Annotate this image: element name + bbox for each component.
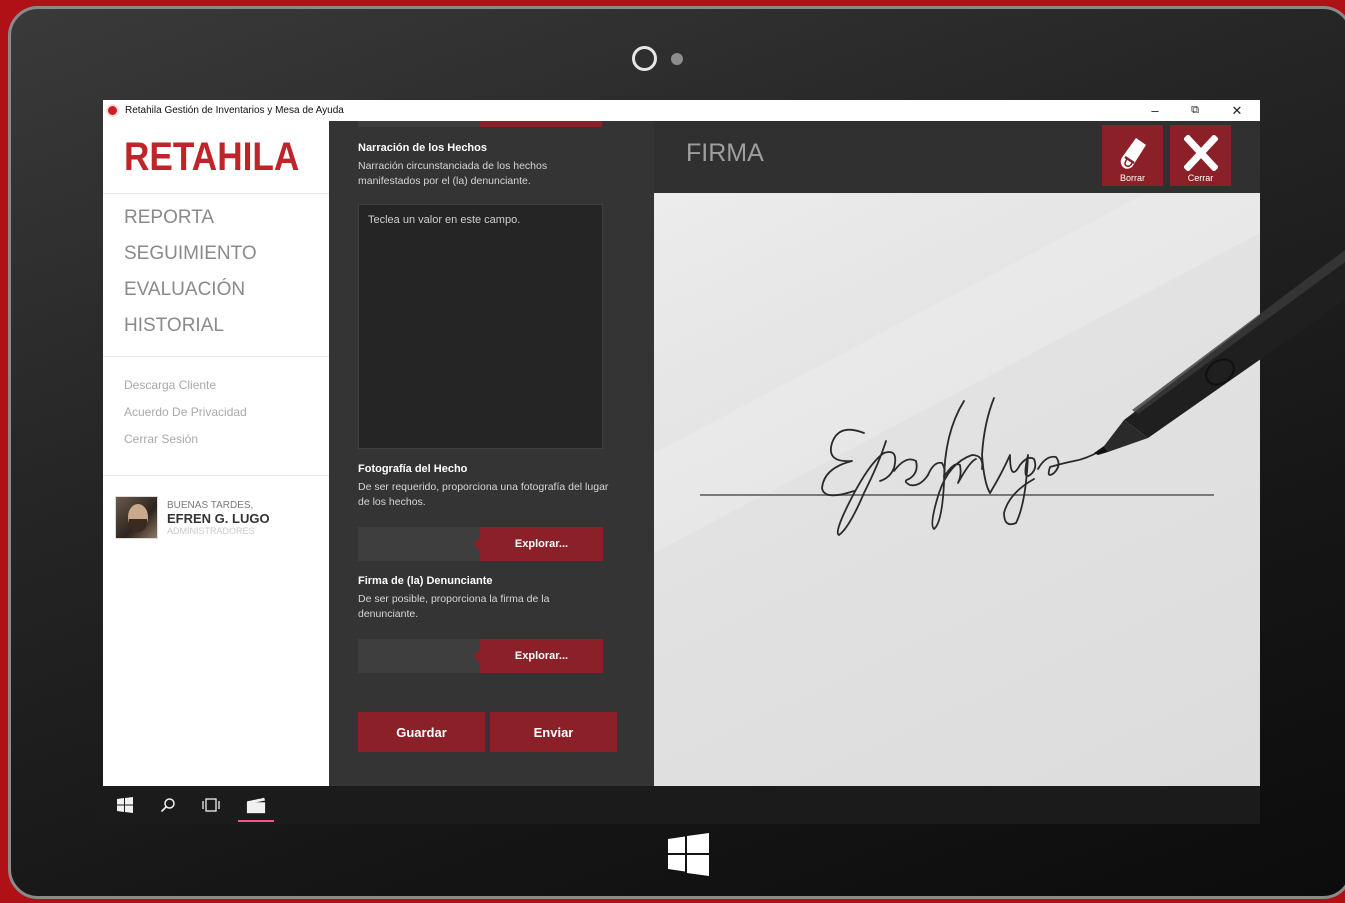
minimize-button[interactable]: –	[1135, 100, 1175, 121]
signature-panel: FIRMA Borrar Cerrar	[654, 121, 1260, 786]
fotografia-explore-button[interactable]: Explorar...	[473, 527, 603, 561]
close-signature-button[interactable]: Cerrar	[1170, 125, 1231, 186]
task-view-icon[interactable]	[201, 795, 221, 815]
search-icon[interactable]	[158, 795, 178, 815]
app-logo-icon	[106, 104, 119, 117]
fotografia-file-field[interactable]	[358, 527, 480, 561]
firma-file-picker: Explorar...	[358, 639, 603, 673]
previous-explore-button[interactable]	[480, 121, 602, 127]
avatar	[115, 496, 158, 539]
window-title: Retahila Gestión de Inventarios y Mesa d…	[125, 105, 344, 116]
erase-button[interactable]: Borrar	[1102, 125, 1163, 186]
narracion-title: Narración de los Hechos	[358, 142, 487, 154]
close-window-button[interactable]: ✕	[1217, 100, 1257, 121]
active-app-indicator	[238, 820, 274, 822]
user-profile[interactable]: BUENAS TARDES, EFREN G. LUGO ADMINISTRAD…	[115, 496, 270, 539]
window-titlebar: Retahila Gestión de Inventarios y Mesa d…	[103, 100, 1260, 121]
close-label: Cerrar	[1187, 173, 1214, 183]
narracion-textarea[interactable]: Teclea un valor en este campo.	[358, 204, 603, 449]
tablet-screen: Retahila Gestión de Inventarios y Mesa d…	[103, 100, 1260, 824]
fotografia-description: De ser requerido, proporciona una fotogr…	[358, 481, 609, 508]
divider	[103, 193, 329, 194]
send-button[interactable]: Enviar	[490, 712, 617, 752]
erase-label: Borrar	[1119, 173, 1145, 183]
brand-logo[interactable]: RETAHILA	[124, 135, 299, 180]
nav-item-seguimiento[interactable]: SEGUIMIENTO	[124, 243, 257, 265]
eraser-icon	[1120, 138, 1146, 169]
app-clapper-icon[interactable]	[246, 795, 266, 815]
windows-hardware-button-icon[interactable]	[668, 833, 709, 876]
nav-item-reporta[interactable]: REPORTA	[124, 207, 214, 229]
user-name: EFREN G. LUGO	[167, 511, 270, 526]
nav-item-evaluacion[interactable]: EVALUACIÓN	[124, 279, 245, 301]
signature-title: FIRMA	[686, 139, 764, 167]
fotografia-title: Fotografía del Hecho	[358, 463, 468, 475]
narracion-description: Narración circunstanciada de los hechos …	[358, 160, 548, 187]
restore-button[interactable]: ⧉	[1175, 100, 1215, 121]
windows-start-icon[interactable]	[115, 795, 135, 815]
firma-file-field[interactable]	[358, 639, 480, 673]
firma-explore-button[interactable]: Explorar...	[473, 639, 603, 673]
link-descarga-cliente[interactable]: Descarga Cliente	[124, 378, 216, 392]
nav-item-historial[interactable]: HISTORIAL	[124, 315, 224, 337]
firma-title: Firma de (la) Denunciante	[358, 575, 493, 587]
camera-sensor-icon	[671, 53, 683, 65]
link-cerrar-sesion[interactable]: Cerrar Sesión	[124, 432, 198, 446]
taskbar	[103, 786, 1260, 824]
user-role: ADMINISTRADORES	[167, 526, 255, 536]
sidebar: RETAHILA REPORTA SEGUIMIENTO EVALUACIÓN …	[103, 121, 329, 786]
firma-description: De ser posible, proporciona la firma de …	[358, 593, 550, 620]
link-acuerdo-privacidad[interactable]: Acuerdo De Privacidad	[124, 405, 247, 419]
signature-header: FIRMA Borrar Cerrar	[654, 121, 1260, 193]
signature-drawing	[654, 193, 1260, 553]
report-form: Narración de los Hechos Narración circun…	[329, 121, 654, 786]
fotografia-file-picker: Explorar...	[358, 527, 603, 561]
camera-ring-icon	[632, 46, 657, 71]
user-greeting: BUENAS TARDES,	[167, 500, 254, 511]
previous-file-field[interactable]	[358, 121, 480, 127]
close-icon	[1183, 135, 1218, 171]
divider	[103, 475, 329, 476]
save-button[interactable]: Guardar	[358, 712, 485, 752]
signature-canvas[interactable]	[654, 193, 1260, 786]
divider	[103, 356, 329, 357]
